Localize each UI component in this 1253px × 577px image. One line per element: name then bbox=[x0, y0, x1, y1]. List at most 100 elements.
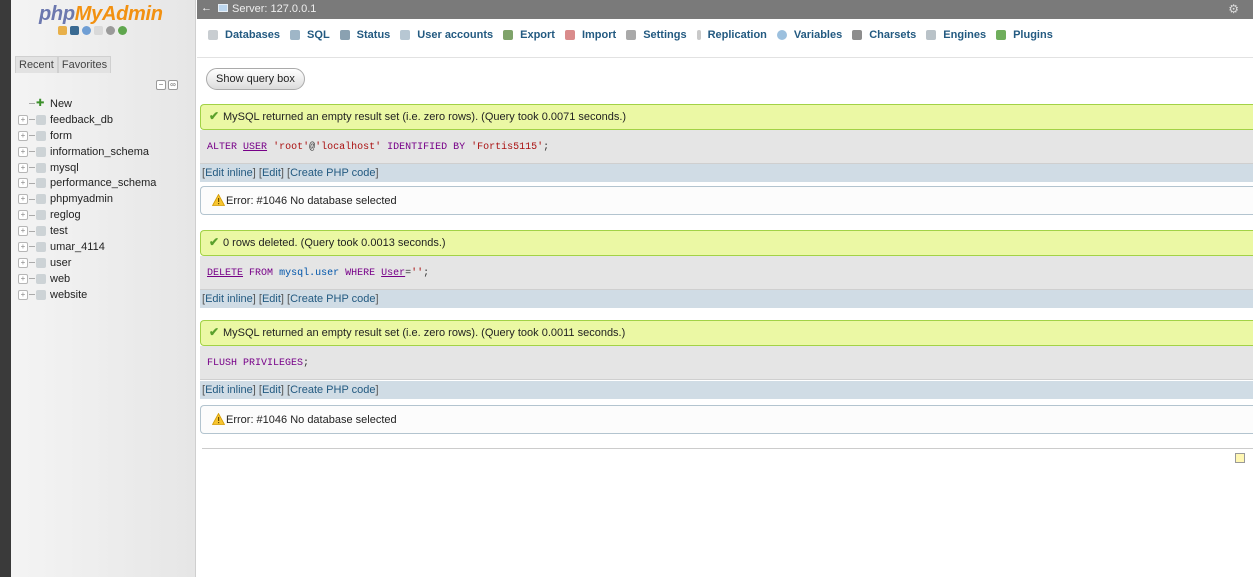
sql-code: FLUSH PRIVILEGES; bbox=[207, 358, 310, 369]
database-icon bbox=[36, 114, 46, 125]
tree-line bbox=[29, 278, 35, 280]
tree-item-information_schema[interactable]: + information_schema bbox=[18, 144, 198, 160]
users-icon bbox=[400, 30, 411, 40]
tab-export[interactable]: Export bbox=[503, 29, 563, 41]
expand-icon[interactable]: + bbox=[18, 241, 28, 252]
database-icon bbox=[36, 146, 46, 157]
expand-icon[interactable]: + bbox=[18, 273, 28, 284]
breadcrumb-server[interactable]: Server: 127.0.0.1 bbox=[232, 3, 316, 15]
database-icon bbox=[36, 289, 46, 300]
tree-item-feedback_db[interactable]: + feedback_db bbox=[18, 112, 198, 128]
variables-icon bbox=[776, 30, 787, 40]
expand-icon[interactable]: + bbox=[18, 210, 28, 221]
tree-item-new[interactable]: ✚ New bbox=[18, 96, 198, 112]
tree-item-form[interactable]: + form bbox=[18, 128, 198, 144]
tab-settings[interactable]: Settings bbox=[626, 29, 694, 41]
tree-item-reglog[interactable]: + reglog bbox=[18, 207, 198, 223]
tab-recent[interactable]: Recent bbox=[15, 56, 58, 73]
phpmyadmin-logo[interactable]: phpMyAdmin bbox=[39, 3, 163, 26]
success-message: ✔ MySQL returned an empty result set (i.… bbox=[200, 320, 1253, 346]
link-with-main-icon[interactable]: ∞ bbox=[168, 80, 178, 90]
tab-user-accounts[interactable]: User accounts bbox=[400, 29, 501, 41]
expand-icon[interactable]: + bbox=[18, 226, 28, 237]
tree-item-label: New bbox=[50, 97, 73, 110]
edit-link[interactable]: Edit bbox=[262, 293, 281, 305]
tree-item-label: phpmyadmin bbox=[50, 193, 113, 206]
query-links: [Edit inline] [Edit] [Create PHP code] bbox=[202, 167, 379, 179]
tree-item-label: mysql bbox=[50, 161, 79, 174]
tab-charsets[interactable]: Charsets bbox=[852, 29, 924, 41]
window-edge bbox=[0, 0, 11, 577]
check-icon: ✔ bbox=[209, 235, 220, 249]
query-links-bar: [Edit inline] [Edit] [Create PHP code] bbox=[200, 290, 1253, 308]
expand-icon[interactable]: + bbox=[18, 194, 28, 205]
wrench-icon bbox=[626, 30, 637, 40]
nav-tabs: Recent Favorites bbox=[15, 56, 112, 73]
nav-quick-icons bbox=[58, 26, 127, 35]
tree-item-user[interactable]: + user bbox=[18, 255, 198, 271]
tree-item-performance_schema[interactable]: + performance_schema bbox=[18, 175, 198, 191]
status-icon bbox=[339, 30, 350, 40]
expand-icon[interactable]: + bbox=[18, 162, 28, 173]
edit-link[interactable]: Edit bbox=[262, 167, 281, 179]
expand-icon[interactable]: + bbox=[18, 146, 28, 157]
create-php-code-link[interactable]: Create PHP code bbox=[290, 384, 375, 396]
server-breadcrumb-bar: ← Server: 127.0.0.1 ⚙ bbox=[197, 0, 1253, 19]
tab-sql[interactable]: SQL bbox=[290, 29, 338, 41]
expand-icon[interactable]: + bbox=[18, 289, 28, 300]
database-icon bbox=[208, 30, 218, 40]
tab-engines[interactable]: Engines bbox=[926, 29, 994, 41]
tree-item-test[interactable]: + test bbox=[18, 223, 198, 239]
sql-code: DELETE FROM mysql.user WHERE User=''; bbox=[207, 268, 430, 279]
page-notes-icon[interactable] bbox=[1235, 453, 1245, 463]
tab-favorites[interactable]: Favorites bbox=[57, 56, 112, 73]
logout-icon[interactable] bbox=[70, 26, 79, 35]
tree-item-umar_4114[interactable]: + umar_4114 bbox=[18, 239, 198, 255]
sql-query-display: DELETE FROM mysql.user WHERE User=''; bbox=[200, 256, 1253, 290]
home-icon[interactable] bbox=[58, 26, 67, 35]
expand-icon[interactable]: + bbox=[18, 178, 28, 189]
tree-item-label: test bbox=[50, 225, 68, 238]
edit-inline-link[interactable]: Edit inline bbox=[205, 384, 253, 396]
tab-plugins[interactable]: Plugins bbox=[996, 29, 1061, 41]
expand-icon[interactable]: + bbox=[18, 114, 28, 125]
tree-item-phpmyadmin[interactable]: + phpmyadmin bbox=[18, 191, 198, 207]
error-text: Error: #1046 No database selected bbox=[226, 414, 397, 426]
show-query-box-button[interactable]: Show query box bbox=[206, 68, 305, 90]
check-icon: ✔ bbox=[209, 109, 220, 123]
tab-replication[interactable]: Replication bbox=[696, 29, 775, 41]
collapse-nav-icon[interactable]: ← bbox=[201, 2, 212, 14]
expand-icon[interactable]: + bbox=[18, 130, 28, 141]
tree-item-label: performance_schema bbox=[50, 177, 157, 190]
tree-line bbox=[29, 262, 35, 264]
tree-item-mysql[interactable]: + mysql bbox=[18, 160, 198, 176]
tree-item-label: form bbox=[50, 129, 72, 142]
tree-item-label: information_schema bbox=[50, 145, 150, 158]
tab-databases[interactable]: Databases bbox=[208, 29, 288, 41]
tree-line bbox=[29, 182, 35, 184]
success-message: ✔ MySQL returned an empty result set (i.… bbox=[200, 104, 1253, 130]
collapse-all-icon[interactable]: − bbox=[156, 80, 166, 90]
error-message: Error: #1046 No database selected bbox=[200, 186, 1253, 215]
edit-inline-link[interactable]: Edit inline bbox=[205, 293, 253, 305]
page-settings-icon[interactable]: ⚙ bbox=[1228, 2, 1239, 16]
reload-icon[interactable] bbox=[118, 26, 127, 35]
tree-item-web[interactable]: + web bbox=[18, 271, 198, 287]
tab-variables[interactable]: Variables bbox=[776, 29, 850, 41]
warning-icon bbox=[212, 194, 225, 206]
help-icon[interactable] bbox=[82, 26, 91, 35]
top-menu: Databases SQL Status User accounts Expor… bbox=[197, 19, 1253, 58]
create-php-code-link[interactable]: Create PHP code bbox=[290, 167, 375, 179]
navigation-panel: phpMyAdmin Recent Favorites − ∞ ✚ New + … bbox=[11, 0, 196, 577]
tree-item-label: umar_4114 bbox=[50, 240, 105, 253]
tab-status[interactable]: Status bbox=[339, 29, 399, 41]
settings-icon[interactable] bbox=[106, 26, 115, 35]
edit-link[interactable]: Edit bbox=[262, 384, 281, 396]
tree-item-website[interactable]: + website bbox=[18, 287, 198, 303]
database-icon bbox=[36, 130, 46, 141]
tab-import[interactable]: Import bbox=[564, 29, 624, 41]
create-php-code-link[interactable]: Create PHP code bbox=[290, 293, 375, 305]
edit-inline-link[interactable]: Edit inline bbox=[205, 167, 253, 179]
docs-icon[interactable] bbox=[94, 26, 103, 35]
expand-icon[interactable]: + bbox=[18, 257, 28, 268]
